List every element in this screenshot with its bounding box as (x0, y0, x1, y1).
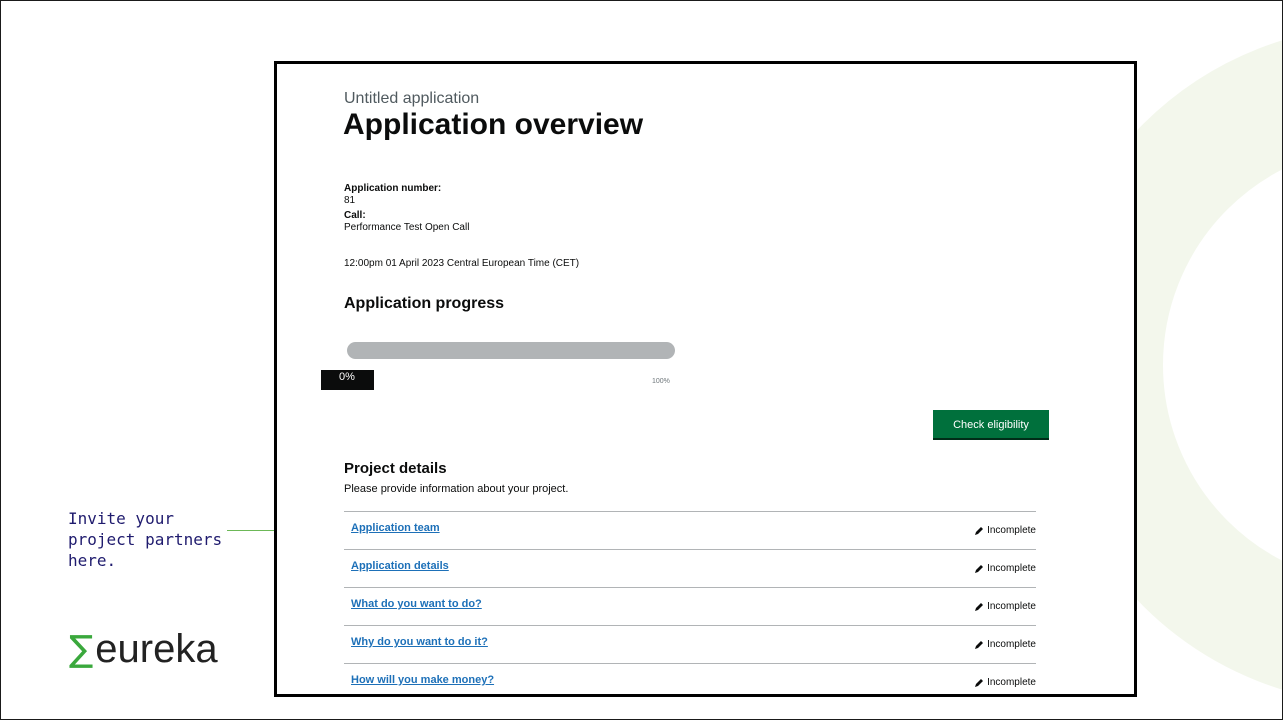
progress-bar (347, 342, 675, 359)
sigma-icon: ∑ (69, 628, 94, 670)
task-status-label: Incomplete (987, 639, 1036, 650)
project-details-description: Please provide information about your pr… (344, 483, 569, 495)
call-label: Call: (344, 210, 366, 221)
task-link-application-team[interactable]: Application team (351, 522, 440, 534)
pencil-icon (975, 678, 984, 687)
task-row: How will you make money? Incomplete (344, 664, 1036, 694)
task-row: What do you want to do? Incomplete (344, 588, 1036, 626)
task-status: Incomplete (974, 563, 1036, 574)
eureka-logo: ∑ eureka (69, 625, 218, 673)
task-link-how-will-you-make-money[interactable]: How will you make money? (351, 674, 494, 686)
pencil-icon (975, 602, 984, 611)
task-status-label: Incomplete (987, 601, 1036, 612)
application-number-label: Application number: (344, 183, 442, 194)
task-status-label: Incomplete (987, 525, 1036, 536)
task-row: Why do you want to do it? Incomplete (344, 626, 1036, 664)
application-number-value: 81 (344, 195, 356, 206)
pencil-icon (975, 640, 984, 649)
check-eligibility-button[interactable]: Check eligibility (933, 410, 1049, 438)
task-status: Incomplete (974, 639, 1036, 650)
progress-percentage: 0% (321, 370, 374, 390)
page-title: Application overview (343, 108, 644, 141)
project-details-heading: Project details (344, 460, 447, 477)
task-row: Application details Incomplete (344, 550, 1036, 588)
task-link-what-do-you-want-to-do[interactable]: What do you want to do? (351, 598, 482, 610)
caption-line: here. (68, 551, 117, 570)
progress-heading: Application progress (344, 295, 505, 312)
pencil-icon (975, 564, 984, 573)
application-subtitle: Untitled application (344, 90, 480, 107)
pencil-icon (975, 526, 984, 535)
task-link-why-do-you-want-to-do-it[interactable]: Why do you want to do it? (351, 636, 488, 648)
task-status-label: Incomplete (987, 563, 1036, 574)
call-value: Performance Test Open Call (344, 222, 470, 233)
callout-caption: Invite your project partners here. (68, 508, 222, 571)
logo-text: eureka (95, 626, 218, 671)
progress-max-label: 100% (652, 378, 670, 385)
caption-line: Invite your (68, 509, 174, 528)
slide: Invite your project partners here. ∑ eur… (0, 0, 1283, 720)
task-row: Application team Incomplete (344, 512, 1036, 550)
task-status: Incomplete (974, 525, 1036, 536)
task-list: Application team Incomplete Application … (344, 511, 1036, 694)
task-link-application-details[interactable]: Application details (351, 560, 449, 572)
task-status: Incomplete (974, 601, 1036, 612)
deadline-text: 12:00pm 01 April 2023 Central European T… (344, 258, 580, 269)
task-status: Incomplete (974, 677, 1036, 688)
caption-line: project partners (68, 530, 223, 549)
screenshot-frame: Untitled application Application overvie… (274, 61, 1137, 697)
task-status-label: Incomplete (987, 677, 1036, 688)
